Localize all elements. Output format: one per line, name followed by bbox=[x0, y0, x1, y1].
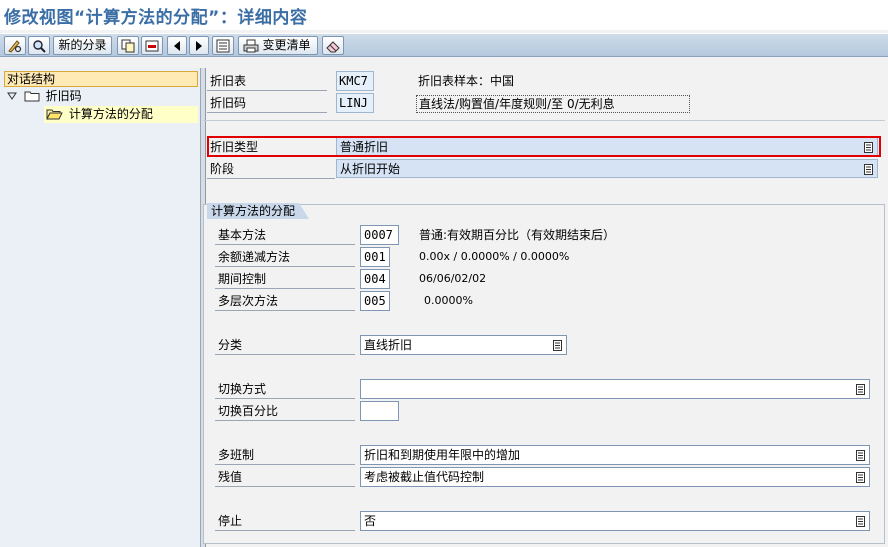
dropdown-list-icon[interactable] bbox=[856, 384, 865, 395]
application-toolbar: 新的分录 变更清单 bbox=[0, 33, 888, 57]
depreciation-type-label: 折旧类型 bbox=[207, 137, 335, 157]
base-method-desc: 普通:有效期百分比（有效期结束后） bbox=[419, 228, 616, 242]
list-icon bbox=[216, 39, 230, 53]
period-control-input[interactable]: 004 bbox=[360, 269, 390, 289]
collapse-triangle-icon[interactable] bbox=[6, 90, 18, 102]
magnifier-icon bbox=[33, 40, 46, 53]
transport-button[interactable] bbox=[322, 36, 344, 55]
section-divider bbox=[203, 120, 885, 121]
class-value: 直线折旧 bbox=[364, 338, 413, 352]
multilevel-method-input[interactable]: 005 bbox=[360, 291, 390, 311]
depreciation-key-label: 折旧码 bbox=[207, 93, 327, 113]
multilevel-method-desc: 0.0000% bbox=[424, 294, 473, 307]
multilevel-method-label: 多层次方法 bbox=[215, 291, 355, 311]
variant-button[interactable] bbox=[212, 36, 234, 55]
title-bar: 修改视图“计算方法的分配”：详细内容 bbox=[0, 0, 888, 30]
class-label: 分类 bbox=[215, 335, 355, 355]
dialog-structure-header: 对话结构 bbox=[4, 71, 198, 87]
switch-method-label: 切换方式 bbox=[215, 379, 355, 399]
other-view-button[interactable] bbox=[28, 36, 50, 55]
declining-balance-desc: 0.00x / 0.0000% / 0.0000% bbox=[419, 250, 570, 263]
copy-icon bbox=[121, 39, 135, 53]
stop-value: 否 bbox=[364, 514, 377, 528]
stop-label: 停止 bbox=[215, 511, 355, 531]
dropdown-list-icon[interactable] bbox=[553, 340, 562, 351]
declining-balance-label: 余额递减方法 bbox=[215, 247, 355, 267]
dropdown-list-icon[interactable] bbox=[856, 516, 865, 527]
tree-node-depreciation-key[interactable]: 折旧码 bbox=[6, 88, 82, 105]
arrow-left-icon bbox=[174, 41, 180, 51]
chart-of-depreciation-value: KMC7 bbox=[336, 71, 374, 91]
dropdown-list-icon[interactable] bbox=[856, 472, 865, 483]
eraser-icon bbox=[326, 41, 340, 53]
tree-node-label: 折旧码 bbox=[45, 89, 82, 103]
depreciation-type-value: 普通折旧 bbox=[340, 140, 389, 154]
open-folder-icon bbox=[46, 109, 63, 120]
scrap-value-label: 残值 bbox=[215, 467, 355, 487]
folder-icon bbox=[24, 91, 40, 102]
dialog-structure-panel: 对话结构 折旧码 计算方法的分配 bbox=[0, 68, 206, 547]
base-method-input[interactable]: 0007 bbox=[360, 225, 399, 245]
dropdown-list-icon[interactable] bbox=[864, 142, 873, 153]
multi-shift-label: 多班制 bbox=[215, 445, 355, 465]
scrap-value-select[interactable]: 考虑被截止值代码控制 bbox=[360, 467, 870, 487]
depreciation-key-desc: 直线法/购置值/年度规则/至 0/无利息 bbox=[416, 95, 690, 113]
phase-select[interactable]: 从折旧开始 bbox=[336, 159, 878, 178]
change-request-label: 变更清单 bbox=[262, 38, 311, 52]
multi-shift-value: 折旧和到期使用年限中的增加 bbox=[364, 448, 521, 462]
calc-method-group-title: 计算方法的分配 bbox=[207, 203, 309, 219]
delete-button[interactable] bbox=[141, 36, 163, 55]
new-entries-button[interactable]: 新的分录 bbox=[53, 36, 112, 55]
chart-of-depreciation-label: 折旧表 bbox=[207, 71, 327, 91]
switch-percentage-input[interactable] bbox=[360, 401, 399, 421]
dropdown-list-icon[interactable] bbox=[864, 164, 873, 175]
chart-of-depreciation-desc: 折旧表样本：中国 bbox=[418, 74, 515, 88]
phase-label: 阶段 bbox=[207, 159, 335, 179]
period-control-desc: 06/06/02/02 bbox=[419, 272, 487, 285]
change-request-button[interactable]: 变更清单 bbox=[238, 36, 318, 55]
previous-entry-button[interactable] bbox=[167, 36, 187, 55]
dropdown-list-icon[interactable] bbox=[856, 450, 865, 461]
printer-icon bbox=[243, 39, 259, 53]
depreciation-key-value: LINJ bbox=[336, 93, 374, 113]
stop-select[interactable]: 否 bbox=[360, 511, 870, 531]
arrow-right-icon bbox=[196, 41, 202, 51]
multi-shift-select[interactable]: 折旧和到期使用年限中的增加 bbox=[360, 445, 870, 465]
next-entry-button[interactable] bbox=[189, 36, 209, 55]
base-method-label: 基本方法 bbox=[215, 225, 355, 245]
tree-node-label: 计算方法的分配 bbox=[68, 107, 153, 121]
tree-node-calc-method-assignment[interactable]: 计算方法的分配 bbox=[44, 106, 198, 123]
class-select[interactable]: 直线折旧 bbox=[360, 335, 567, 355]
switch-percentage-label: 切换百分比 bbox=[215, 401, 355, 421]
delete-icon bbox=[145, 40, 159, 52]
switch-method-select[interactable] bbox=[360, 379, 870, 399]
declining-balance-input[interactable]: 001 bbox=[360, 247, 390, 267]
window-title: 修改视图“计算方法的分配”：详细内容 bbox=[4, 8, 308, 28]
phase-value: 从折旧开始 bbox=[340, 162, 401, 176]
pencil-glasses-icon bbox=[8, 40, 22, 53]
display-change-button[interactable] bbox=[4, 36, 26, 55]
copy-as-button[interactable] bbox=[117, 36, 139, 55]
period-control-label: 期间控制 bbox=[215, 269, 355, 289]
depreciation-type-select[interactable]: 普通折旧 bbox=[336, 137, 878, 156]
scrap-value-value: 考虑被截止值代码控制 bbox=[364, 470, 485, 484]
